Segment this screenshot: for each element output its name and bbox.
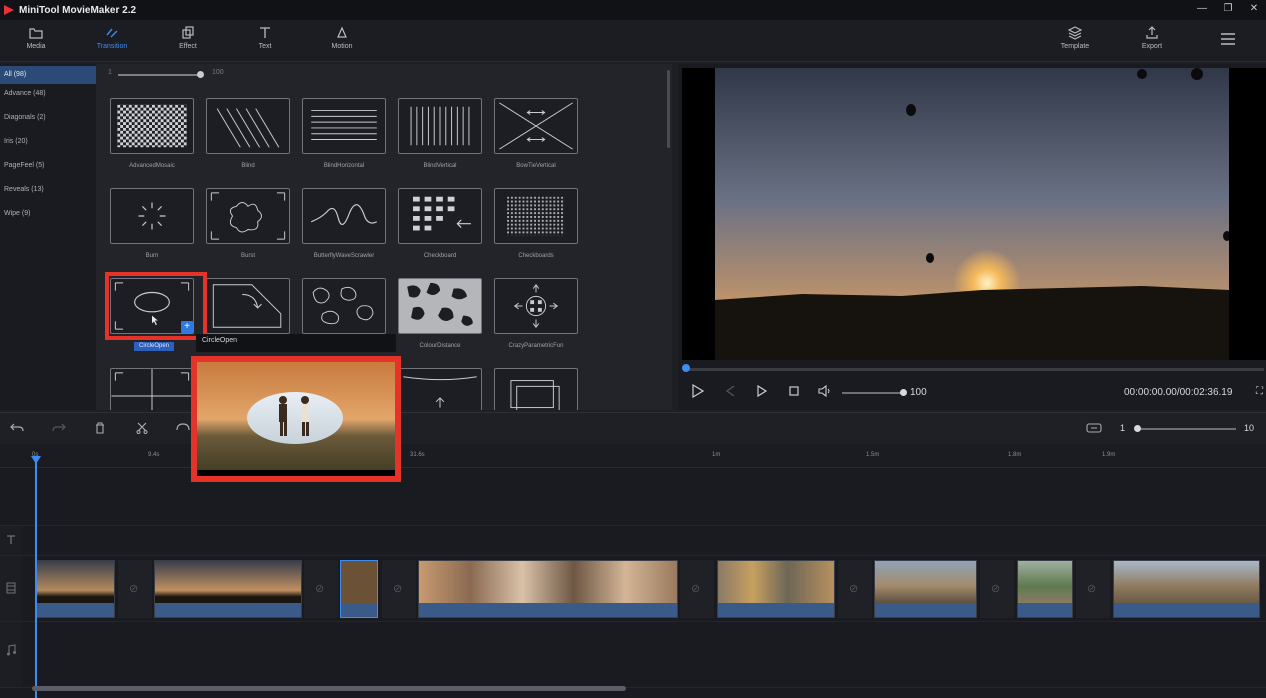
transition-colourdistance[interactable] xyxy=(398,278,482,334)
split-icon[interactable] xyxy=(136,422,148,436)
redo-icon[interactable] xyxy=(52,422,66,436)
app-logo-icon xyxy=(4,5,14,15)
timeline-zoom-knob[interactable] xyxy=(1134,425,1141,432)
tab-effect[interactable]: Effect xyxy=(158,26,218,50)
text-icon xyxy=(260,27,270,38)
grid-zoom-slider[interactable]: 1 100 xyxy=(102,68,232,80)
audio-icon[interactable] xyxy=(175,422,191,436)
fit-timeline-icon[interactable] xyxy=(1086,422,1102,436)
seek-knob[interactable] xyxy=(682,364,690,372)
transition-row4-5[interactable] xyxy=(494,368,578,410)
timeline-scrollbar[interactable] xyxy=(32,686,626,691)
transition-advancedmosaic[interactable] xyxy=(110,98,194,154)
volume-value: 100 xyxy=(910,387,927,398)
timecode: 00:00:00.00/00:02:36.19 xyxy=(1124,387,1233,398)
transition-slot[interactable]: ⊘ xyxy=(304,560,338,618)
transition-checkboard[interactable] xyxy=(398,188,482,244)
transition-circleopen-2[interactable] xyxy=(206,278,290,334)
tab-transition[interactable]: Transition xyxy=(82,26,142,50)
transition-slot[interactable]: ⊘ xyxy=(1076,560,1110,618)
title-bar: MiniTool MovieMaker 2.2 — ❐ ✕ xyxy=(0,0,1266,20)
transition-blindvertical[interactable] xyxy=(398,98,482,154)
delete-icon[interactable] xyxy=(94,422,106,436)
window-controls: — ❐ ✕ xyxy=(1196,2,1260,16)
prev-frame-icon[interactable] xyxy=(724,384,736,400)
transition-icon xyxy=(106,28,118,38)
volume-knob[interactable] xyxy=(900,389,907,396)
undo-icon[interactable] xyxy=(10,422,24,436)
transition-blob[interactable] xyxy=(302,278,386,334)
transition-tooltip: CircleOpen xyxy=(196,334,396,352)
timeline-ruler[interactable]: 0s 9.4s 31.6s 1m 1.5m 1.8m 1.9m xyxy=(0,444,1266,468)
next-frame-icon[interactable] xyxy=(756,384,768,400)
clip-layer: ⊘ ⊘ ⊘ ⊘ ⊘ ⊘ ⊘ xyxy=(0,468,1266,698)
category-all[interactable]: All (98) xyxy=(0,66,96,84)
transition-slot[interactable]: ⊘ xyxy=(680,560,714,618)
video-clip[interactable] xyxy=(717,560,835,618)
category-pagefeel[interactable]: PageFeel (5) xyxy=(0,156,96,180)
grid-scrollbar[interactable] xyxy=(667,70,670,148)
app-title: MiniTool MovieMaker 2.2 xyxy=(19,4,137,16)
transition-preview-popup xyxy=(191,356,401,482)
selected-transition-label: CircleOpen xyxy=(134,342,174,351)
effect-icon xyxy=(182,26,194,39)
fullscreen-icon[interactable]: ⛶ xyxy=(1256,386,1263,397)
main-toolbar: Media Transition Effect Text Motion Temp… xyxy=(0,20,1266,62)
transition-burn[interactable] xyxy=(110,188,194,244)
transition-checkboards[interactable] xyxy=(494,188,578,244)
transition-blind[interactable] xyxy=(206,98,290,154)
transition-butterflywavescrawler[interactable] xyxy=(302,188,386,244)
category-iris[interactable]: Iris (20) xyxy=(0,132,96,156)
transition-blindhorizontal[interactable] xyxy=(302,98,386,154)
transition-row4-4[interactable] xyxy=(398,368,482,410)
video-clip[interactable] xyxy=(418,560,678,618)
timeline-toolbar: 1 10 xyxy=(0,412,1266,444)
video-clip[interactable] xyxy=(1113,560,1260,618)
layers-icon xyxy=(1068,26,1082,40)
preview-player: 100 00:00:00.00/00:02:36.19 ⛶ xyxy=(678,64,1266,410)
video-preview xyxy=(682,68,1266,360)
transition-slot[interactable]: ⊘ xyxy=(382,560,416,618)
zoom-knob[interactable] xyxy=(197,71,204,78)
timeline-zoom-slider[interactable] xyxy=(1136,428,1236,430)
transition-row4-1[interactable] xyxy=(110,368,194,410)
category-wipe[interactable]: Wipe (9) xyxy=(0,204,96,228)
tab-motion[interactable]: Motion xyxy=(312,26,372,50)
menu-icon[interactable] xyxy=(1220,32,1236,48)
transition-slot[interactable]: ⊘ xyxy=(118,560,152,618)
category-advance[interactable]: Advance (48) xyxy=(0,84,96,108)
category-diagonals[interactable]: Diagonals (2) xyxy=(0,108,96,132)
volume-icon[interactable] xyxy=(818,384,832,400)
transition-slot[interactable]: ⊘ xyxy=(838,560,872,618)
video-clip[interactable] xyxy=(154,560,302,618)
restore-icon[interactable]: ❐ xyxy=(1222,2,1234,16)
playhead[interactable] xyxy=(35,458,37,698)
volume-slider[interactable] xyxy=(842,392,902,394)
transition-burst[interactable] xyxy=(206,188,290,244)
video-clip[interactable] xyxy=(35,560,115,618)
seek-bar[interactable] xyxy=(684,368,1264,371)
video-clip[interactable] xyxy=(874,560,977,618)
category-reveals[interactable]: Reveals (13) xyxy=(0,180,96,204)
transition-bowtievertical[interactable] xyxy=(494,98,578,154)
export-button[interactable]: Export xyxy=(1122,26,1182,50)
video-clip[interactable] xyxy=(340,560,378,618)
play-icon[interactable] xyxy=(690,383,705,400)
minimize-icon[interactable]: — xyxy=(1196,2,1208,16)
stop-icon[interactable] xyxy=(788,384,800,400)
add-transition-icon[interactable]: + xyxy=(181,321,193,333)
template-button[interactable]: Template xyxy=(1045,26,1105,50)
close-icon[interactable]: ✕ xyxy=(1248,2,1260,16)
motion-icon xyxy=(337,26,347,38)
tab-text[interactable]: Text xyxy=(235,26,295,50)
tab-media[interactable]: Media xyxy=(6,26,66,50)
transition-crazyparametricfun[interactable] xyxy=(494,278,578,334)
export-icon xyxy=(1146,26,1158,39)
folder-icon xyxy=(29,28,43,39)
video-clip[interactable] xyxy=(1017,560,1073,618)
transition-slot[interactable]: ⊘ xyxy=(980,560,1014,618)
category-list: All (98) Advance (48) Diagonals (2) Iris… xyxy=(0,64,96,410)
